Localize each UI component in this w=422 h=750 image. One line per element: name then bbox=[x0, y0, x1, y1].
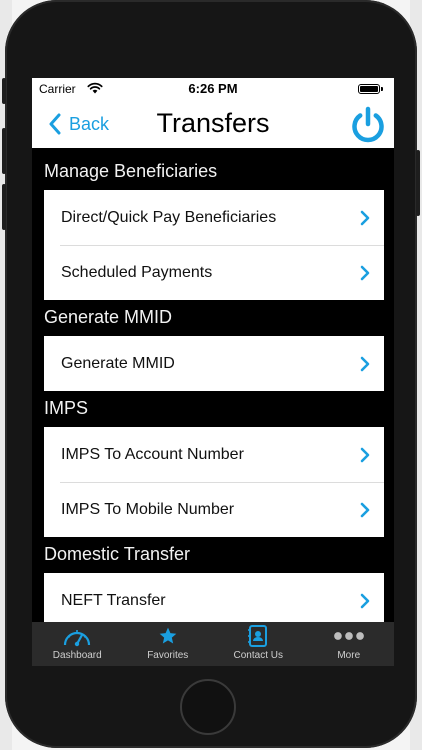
section-header-manage-beneficiaries: Manage Beneficiaries bbox=[44, 154, 384, 190]
chevron-right-icon bbox=[360, 356, 370, 372]
chevron-right-icon bbox=[360, 265, 370, 281]
power-icon[interactable] bbox=[348, 105, 388, 145]
power-side-button bbox=[416, 150, 420, 216]
section-header-generate-mmid: Generate MMID bbox=[44, 300, 384, 336]
list-item-direct-quick-pay[interactable]: Direct/Quick Pay Beneficiaries bbox=[44, 190, 384, 245]
section-header-imps: IMPS bbox=[44, 391, 384, 427]
tab-label: Dashboard bbox=[52, 650, 102, 661]
status-time: 6:26 PM bbox=[188, 81, 238, 96]
chevron-right-icon bbox=[360, 447, 370, 463]
list-item-label: Scheduled Payments bbox=[61, 263, 213, 281]
tab-contact-us[interactable]: Contact Us bbox=[213, 622, 304, 666]
home-button[interactable] bbox=[180, 679, 236, 735]
more-dots-icon bbox=[333, 632, 364, 640]
list-item-scheduled-payments[interactable]: Scheduled Payments bbox=[44, 245, 384, 300]
tab-label: More bbox=[337, 650, 361, 661]
transfers-list: Manage Beneficiaries Direct/Quick Pay Be… bbox=[44, 154, 384, 622]
list-item-label: Generate MMID bbox=[61, 354, 175, 372]
list-item-imps-mobile[interactable]: IMPS To Mobile Number bbox=[44, 482, 384, 537]
volume-up-button bbox=[2, 128, 6, 174]
speedometer-icon bbox=[64, 630, 91, 647]
tab-dashboard[interactable]: Dashboard bbox=[32, 622, 123, 666]
volume-down-button bbox=[2, 184, 6, 230]
star-icon bbox=[159, 627, 177, 644]
list-item-neft-transfer[interactable]: NEFT Transfer bbox=[44, 573, 384, 622]
app-screen: Carrier 6:26 PM Back Transfers Manage Be… bbox=[32, 78, 394, 666]
list-item-imps-account[interactable]: IMPS To Account Number bbox=[44, 427, 384, 482]
contact-book-icon bbox=[248, 625, 268, 647]
chevron-right-icon bbox=[360, 502, 370, 518]
list-item-label: NEFT Transfer bbox=[61, 591, 166, 609]
tab-more[interactable]: More bbox=[304, 622, 395, 666]
tab-label: Favorites bbox=[147, 650, 189, 661]
tab-favorites[interactable]: Favorites bbox=[123, 622, 214, 666]
list-item-label: IMPS To Mobile Number bbox=[61, 500, 235, 518]
status-bar: Carrier 6:26 PM bbox=[32, 78, 394, 100]
battery-icon bbox=[358, 84, 383, 94]
chevron-right-icon bbox=[360, 593, 370, 609]
tab-bar: Dashboard Favorites Contact Us More bbox=[32, 622, 394, 666]
section-header-domestic-transfer: Domestic Transfer bbox=[44, 537, 384, 573]
list-item-label: IMPS To Account Number bbox=[61, 445, 244, 463]
list-item-label: Direct/Quick Pay Beneficiaries bbox=[61, 208, 277, 226]
page-title: Transfers bbox=[156, 108, 270, 138]
navigation-bar: Back Transfers bbox=[32, 100, 394, 148]
tab-label: Contact Us bbox=[233, 650, 283, 661]
list-item-generate-mmid[interactable]: Generate MMID bbox=[44, 336, 384, 391]
chevron-right-icon bbox=[360, 210, 370, 226]
mute-switch bbox=[2, 78, 6, 104]
